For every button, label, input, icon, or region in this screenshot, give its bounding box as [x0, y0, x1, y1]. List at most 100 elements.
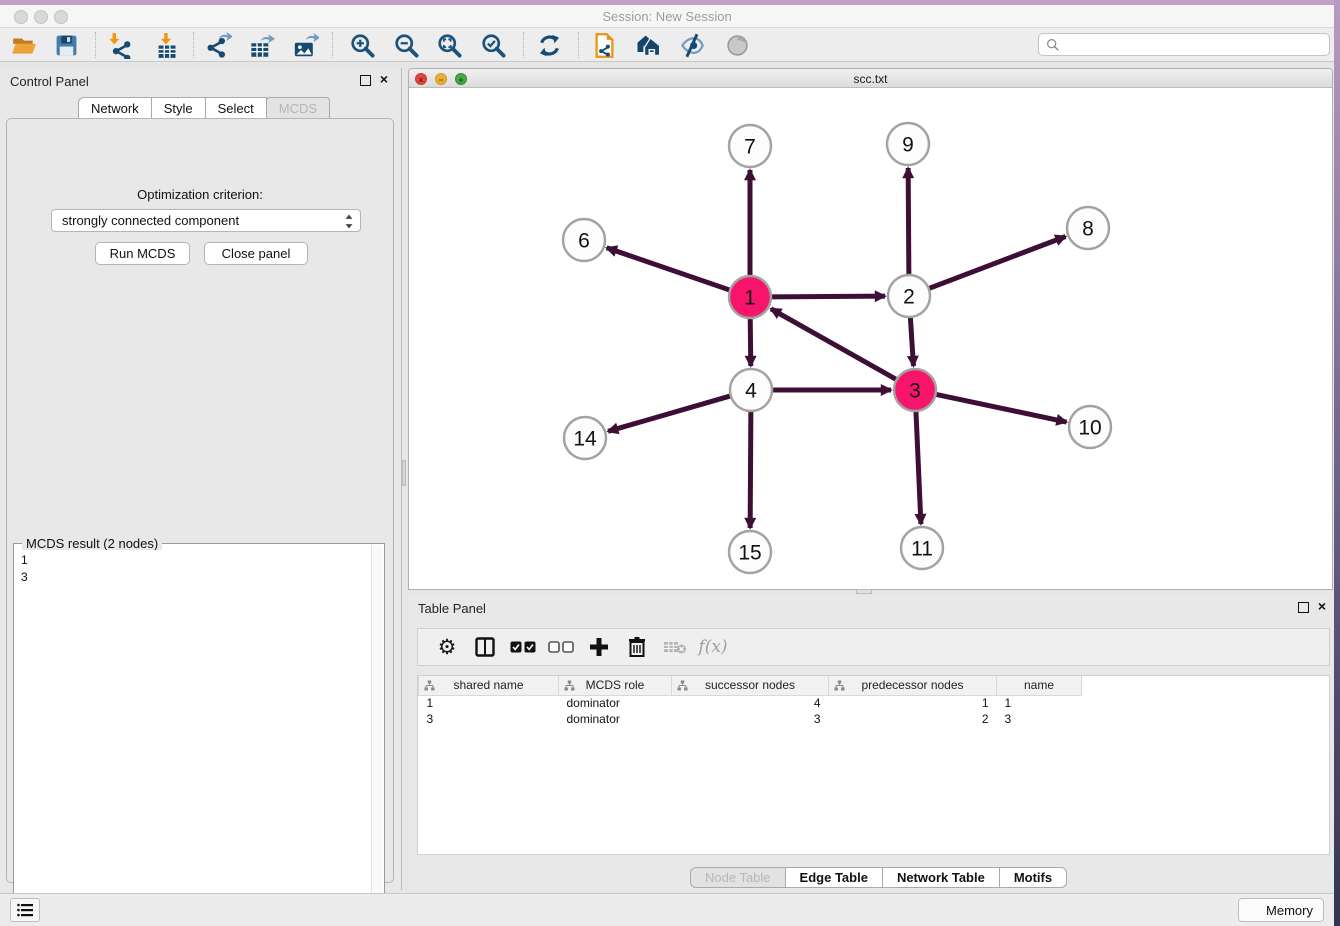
graph-edge-1-4[interactable]	[750, 318, 751, 366]
cell-successor-nodes[interactable]: 3	[672, 711, 829, 727]
close-panel-icon[interactable]: ×	[1315, 600, 1329, 614]
column-header-predecessor-nodes[interactable]: predecessor nodes	[829, 676, 997, 695]
zoom-selected-button[interactable]	[473, 30, 513, 60]
zoom-selected-icon	[480, 32, 507, 59]
close-panel-button[interactable]: Close panel	[204, 242, 308, 265]
gear-icon[interactable]: ⚙	[428, 632, 466, 662]
deselect-all-checkboxes-icon[interactable]	[542, 632, 580, 662]
cell-shared-name[interactable]: 3	[419, 711, 559, 727]
open-folder-icon	[11, 32, 37, 58]
cell-successor-nodes[interactable]: 4	[672, 695, 829, 711]
zoom-fit-icon	[436, 32, 463, 59]
window-titlebar: Session: New Session	[0, 5, 1334, 28]
run-mcds-button[interactable]: Run MCDS	[95, 242, 190, 265]
table-row[interactable]: 1 dominator 4 1 1	[419, 695, 1082, 711]
tab-motifs[interactable]: Motifs	[999, 867, 1067, 888]
export-table-button[interactable]	[241, 30, 281, 60]
graph-node-label-2: 2	[903, 285, 915, 308]
search-input[interactable]	[1064, 35, 1329, 54]
task-history-button[interactable]	[10, 898, 40, 922]
birdseye-view-button[interactable]	[717, 30, 757, 60]
graph-edge-2-8[interactable]	[929, 237, 1066, 289]
control-panel-header: Control Panel ×	[0, 68, 400, 94]
function-builder-icon[interactable]: f(x)	[694, 632, 732, 662]
cell-mcds-role[interactable]: dominator	[559, 695, 672, 711]
tab-select[interactable]: Select	[205, 97, 267, 119]
clone-network-button[interactable]	[584, 30, 624, 60]
add-column-icon[interactable]	[580, 632, 618, 662]
graph-edge-1-6[interactable]	[607, 248, 730, 290]
node-table[interactable]: shared name MCDS role successor nodes pr…	[417, 675, 1330, 855]
tab-edge-table[interactable]: Edge Table	[785, 867, 883, 888]
dropdown-value: strongly connected component	[62, 213, 239, 228]
graph-node-label-11: 11	[911, 537, 933, 560]
export-network-button[interactable]	[198, 30, 238, 60]
apply-layout-button[interactable]	[529, 30, 569, 60]
column-header-name[interactable]: name	[997, 676, 1082, 695]
optimization-criterion-dropdown[interactable]: strongly connected component	[51, 209, 361, 232]
network-resize-grip[interactable]	[856, 589, 872, 594]
graph-edge-3-11[interactable]	[916, 411, 921, 524]
graph-edge-1-2[interactable]	[771, 296, 885, 297]
table-panel-title: Table Panel	[418, 601, 486, 616]
column-header-mcds-role[interactable]: MCDS role	[559, 676, 672, 695]
columns-icon[interactable]	[466, 632, 504, 662]
column-header-successor-nodes[interactable]: successor nodes	[672, 676, 829, 695]
export-image-button[interactable]	[285, 30, 325, 60]
cell-name[interactable]: 3	[997, 711, 1082, 727]
splitter-handle[interactable]	[402, 460, 406, 486]
network-view-window: × − + scc.txt 7968124314101511	[408, 68, 1333, 590]
graph-node-label-6: 6	[578, 229, 590, 252]
vertical-splitter[interactable]	[401, 68, 406, 890]
zoom-in-button[interactable]	[342, 30, 382, 60]
select-all-checkboxes-icon[interactable]	[504, 632, 542, 662]
cell-mcds-role[interactable]: dominator	[559, 711, 672, 727]
tab-network-table[interactable]: Network Table	[882, 867, 1000, 888]
delete-table-icon[interactable]	[656, 632, 694, 662]
tab-node-table[interactable]: Node Table	[690, 867, 786, 888]
hide-graphics-details-button[interactable]	[672, 30, 712, 60]
tab-network[interactable]: Network	[78, 97, 152, 119]
memory-button[interactable]: Memory	[1238, 898, 1324, 922]
edge-layer	[607, 168, 1067, 528]
cell-shared-name[interactable]: 1	[419, 695, 559, 711]
cell-name[interactable]: 1	[997, 695, 1082, 711]
save-session-button[interactable]	[46, 30, 86, 60]
tree-icon	[424, 680, 435, 694]
graph-edge-3-10[interactable]	[936, 394, 1067, 422]
network-canvas-svg[interactable]: 7968124314101511	[409, 88, 1332, 589]
float-panel-icon[interactable]	[1297, 601, 1310, 614]
zoom-out-icon	[393, 32, 420, 59]
float-panel-icon[interactable]	[359, 74, 372, 87]
search-field[interactable]	[1038, 33, 1330, 56]
cell-predecessor-nodes[interactable]: 2	[829, 711, 997, 727]
delete-column-icon[interactable]	[618, 632, 656, 662]
graph-edge-2-3[interactable]	[910, 317, 913, 366]
mcds-result-legend: MCDS result (2 nodes)	[22, 536, 162, 551]
mcds-result-line: 1	[21, 552, 365, 569]
cell-predecessor-nodes[interactable]: 1	[829, 695, 997, 711]
import-network-button[interactable]	[100, 30, 140, 60]
node-table-grid: shared name MCDS role successor nodes pr…	[418, 676, 1082, 727]
graph-edge-2-9[interactable]	[908, 168, 909, 275]
show-all-networks-button[interactable]	[628, 30, 668, 60]
eye-slash-icon	[679, 32, 706, 59]
clone-network-icon	[591, 32, 618, 59]
graph-edge-4-14[interactable]	[608, 396, 731, 432]
tab-style[interactable]: Style	[151, 97, 206, 119]
column-header-shared-name[interactable]: shared name	[419, 676, 559, 695]
import-table-button[interactable]	[146, 30, 186, 60]
graph-edge-4-15[interactable]	[750, 411, 751, 528]
table-panel-header: Table Panel ×	[408, 595, 1334, 621]
mcds-result-text[interactable]: 1 3	[15, 550, 371, 919]
table-row[interactable]: 3 dominator 3 2 3	[419, 711, 1082, 727]
zoom-out-button[interactable]	[386, 30, 426, 60]
open-session-button[interactable]	[4, 30, 44, 60]
tab-mcds[interactable]: MCDS	[266, 97, 330, 119]
zoom-fit-button[interactable]	[429, 30, 469, 60]
graph-edge-3-1[interactable]	[771, 309, 897, 380]
control-panel-title: Control Panel	[10, 74, 89, 89]
mcds-result-scrollbar[interactable]	[371, 545, 383, 919]
table-panel: Table Panel × ⚙ f(x)	[408, 595, 1334, 890]
close-panel-icon[interactable]: ×	[377, 73, 391, 87]
